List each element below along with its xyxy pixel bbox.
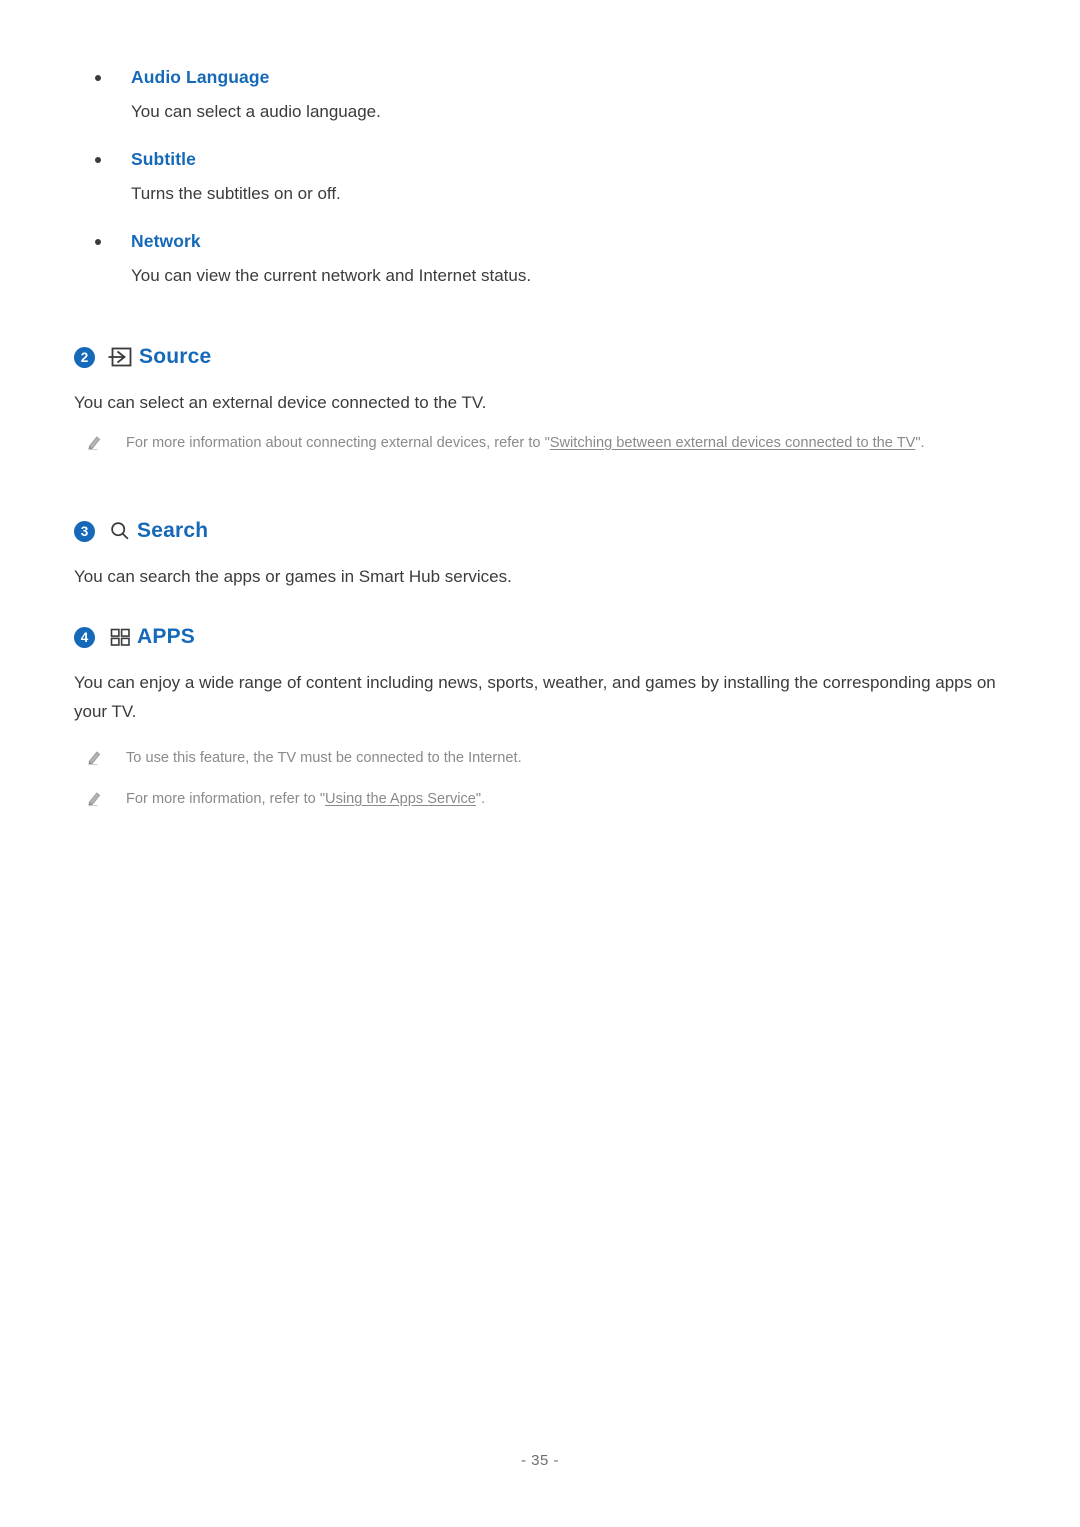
- pencil-note-icon: [86, 749, 103, 766]
- section-title: Source: [139, 345, 212, 368]
- note-prefix: For more information about connecting ex…: [126, 435, 550, 451]
- bullet-dot-icon: [95, 75, 101, 81]
- section-apps: 4 APPS You can enjoy a wide range of con…: [74, 622, 1019, 812]
- page-number: - 35 -: [520, 1452, 559, 1469]
- list-item: Audio Language You can select a audio la…: [74, 62, 1004, 126]
- note-row: For more information, refer to "Using th…: [74, 787, 1019, 812]
- section-heading: 2 Source: [74, 342, 1019, 372]
- bullet-title: Subtitle: [131, 149, 196, 169]
- section-heading: 4 APPS: [74, 622, 1019, 652]
- note-link[interactable]: Using the Apps Service: [325, 791, 476, 807]
- bullet-dot-icon: [95, 157, 101, 163]
- bullet-description: You can select a audio language.: [131, 102, 381, 121]
- bullet-description: You can view the current network and Int…: [131, 266, 532, 285]
- note-row: For more information about connecting ex…: [74, 431, 1019, 456]
- section-body-text: You can enjoy a wide range of content in…: [74, 673, 996, 721]
- section-title: APPS: [137, 625, 195, 648]
- note-link[interactable]: Switching between external devices conne…: [550, 435, 916, 451]
- bullet-title: Network: [131, 231, 201, 251]
- section-search: 3 Search You can search the apps or game…: [74, 516, 1019, 591]
- list-item: Subtitle Turns the subtitles on or off.: [74, 144, 1004, 208]
- pencil-note-icon: [86, 434, 103, 451]
- apps-grid-icon: [108, 626, 132, 648]
- note-row: To use this feature, the TV must be conn…: [74, 746, 1019, 771]
- section-body-text: You can search the apps or games in Smar…: [74, 567, 512, 586]
- step-number-badge: 2: [74, 346, 95, 368]
- section-title: Search: [137, 519, 209, 542]
- document-page: Audio Language You can select a audio la…: [0, 0, 1080, 1527]
- section-body-text: You can select an external device connec…: [74, 393, 487, 412]
- step-number-badge: 3: [74, 520, 95, 542]
- section-source: 2 Source You can select an external devi…: [74, 342, 1019, 456]
- search-magnifier-icon: [108, 520, 132, 542]
- list-item: Network You can view the current network…: [74, 226, 1004, 290]
- source-input-icon: [108, 346, 134, 368]
- note-suffix: ".: [475, 791, 486, 807]
- pencil-note-icon: [86, 790, 103, 807]
- section-heading: 3 Search: [74, 516, 1019, 546]
- bullet-description: Turns the subtitles on or off.: [131, 184, 341, 203]
- note-prefix: To use this feature, the TV must be conn…: [126, 750, 522, 766]
- step-number-badge: 4: [74, 626, 95, 648]
- feature-bullet-list: Audio Language You can select a audio la…: [74, 62, 1004, 308]
- note-text: To use this feature, the TV must be conn…: [126, 750, 522, 766]
- bullet-dot-icon: [95, 239, 101, 245]
- note-text: For more information about connecting ex…: [126, 435, 925, 451]
- note-suffix: ".: [915, 435, 925, 451]
- bullet-title: Audio Language: [131, 67, 270, 87]
- note-text: For more information, refer to "Using th…: [126, 791, 485, 807]
- note-prefix: For more information, refer to ": [126, 791, 326, 807]
